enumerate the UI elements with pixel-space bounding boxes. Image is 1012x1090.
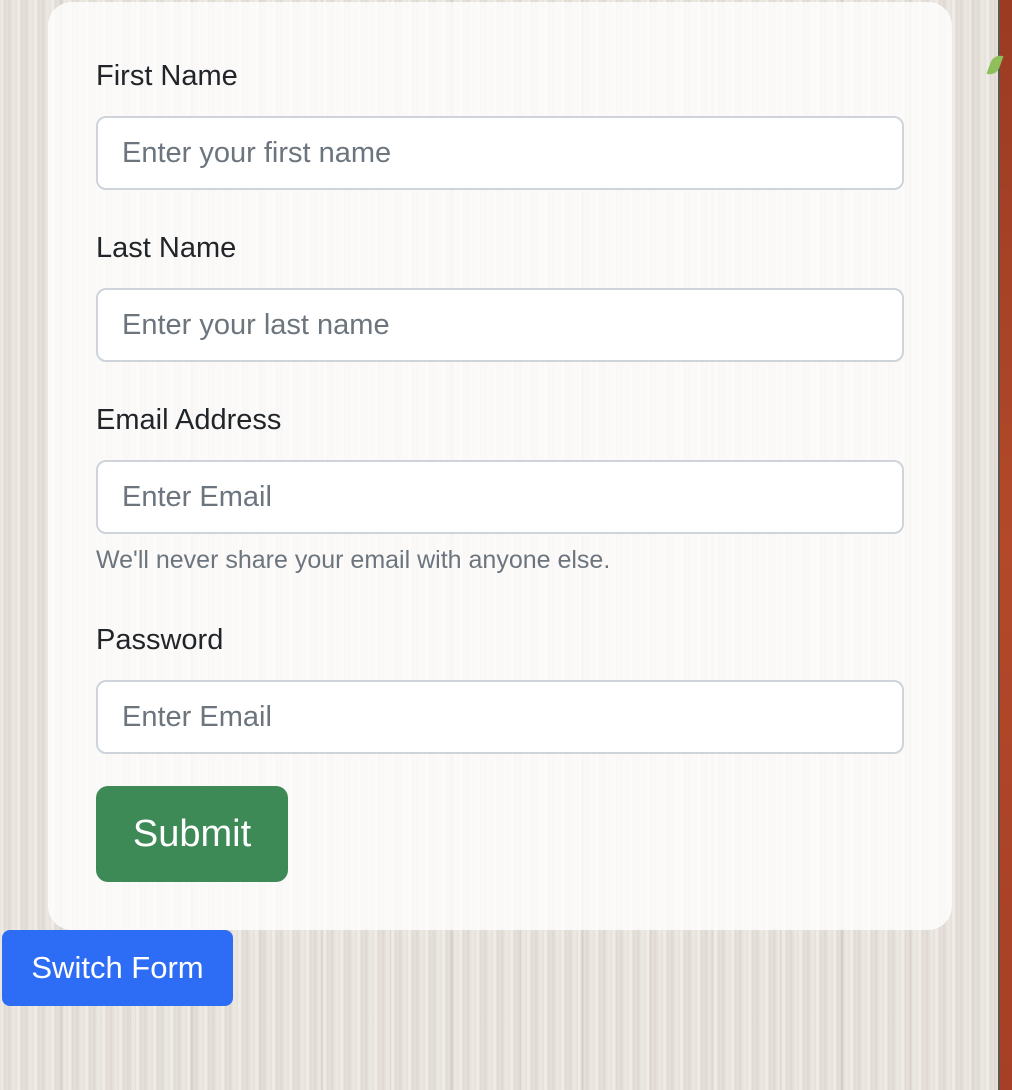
- signup-form-card: First Name Last Name Email Address We'll…: [48, 2, 952, 930]
- background-edge-decoration: [1000, 0, 1012, 1090]
- last-name-label: Last Name: [96, 232, 237, 264]
- page: { "form": { "first_name": { "label": "Fi…: [0, 0, 1012, 1090]
- email-input[interactable]: [96, 460, 904, 534]
- email-help-text: We'll never share your email with anyone…: [96, 546, 611, 574]
- email-label: Email Address: [96, 404, 282, 436]
- submit-button[interactable]: Submit: [96, 786, 288, 882]
- switch-form-button[interactable]: Switch Form: [2, 930, 233, 1006]
- first-name-input[interactable]: [96, 116, 904, 190]
- password-input[interactable]: [96, 680, 904, 754]
- first-name-label: First Name: [96, 60, 238, 92]
- password-label: Password: [96, 624, 224, 656]
- last-name-input[interactable]: [96, 288, 904, 362]
